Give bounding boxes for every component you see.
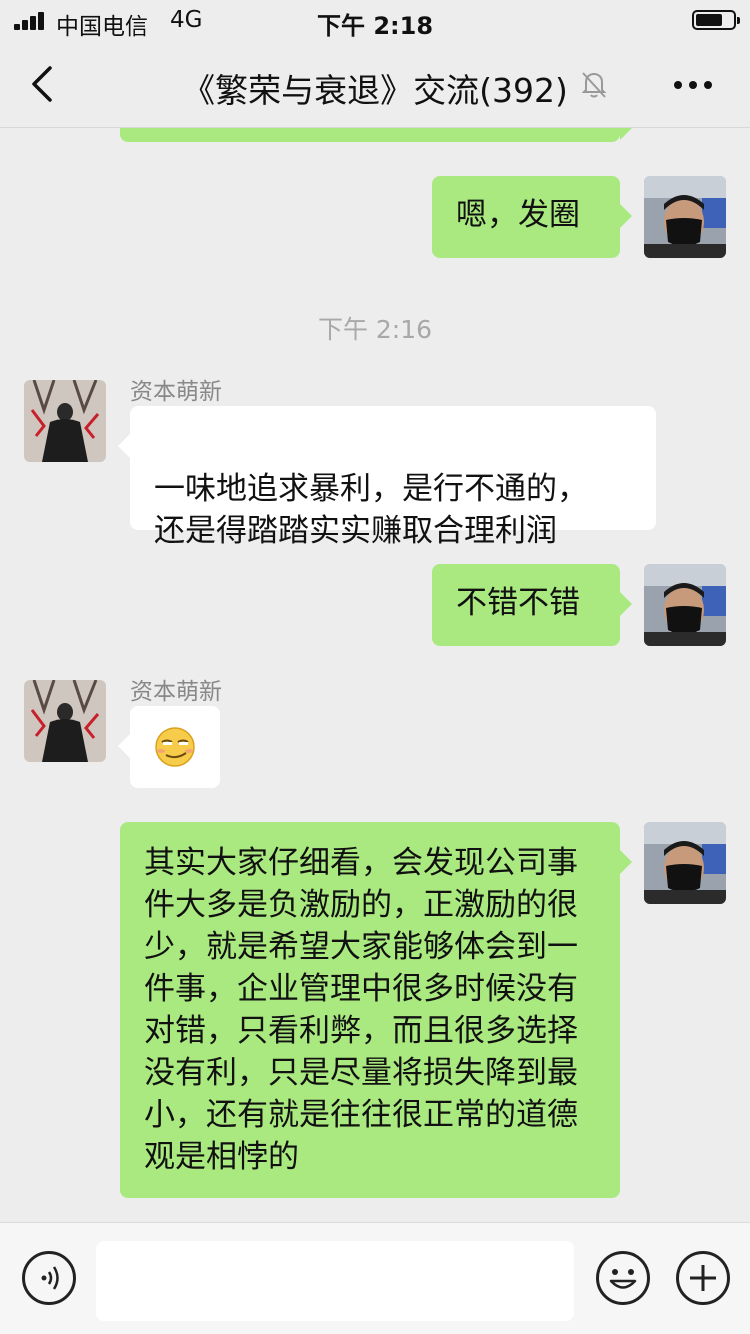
- message-input[interactable]: [96, 1241, 574, 1321]
- sender-name: 资本萌新: [130, 379, 222, 405]
- bell-muted-icon: [578, 68, 610, 100]
- sender-name: 资本萌新: [130, 679, 222, 705]
- more-button[interactable]: [668, 64, 718, 104]
- voice-button[interactable]: [22, 1251, 76, 1305]
- message-bubble[interactable]: 一味地追求暴利，是行不通的， 还是得踏踏实实赚取合理利润: [118, 406, 656, 549]
- status-bar: 中国电信 4G 下午 2:18: [0, 0, 750, 40]
- clock: 下午 2:18: [316, 12, 434, 40]
- message-bubble[interactable]: 嗯，发圈: [432, 176, 632, 258]
- message-bubble-partial[interactable]: [120, 128, 632, 142]
- chat-area[interactable]: 嗯，发圈 下午 2:16 资本萌新 一味地追求暴利，是行不通的， 还是得踏踏实实…: [0, 128, 750, 1222]
- message-text: 一味地追求暴利，是行不通的， 还是得踏踏实实赚取合理利润: [154, 471, 588, 549]
- nav-bar: 《繁荣与衰退》交流(392): [0, 40, 750, 128]
- message-bubble[interactable]: [118, 706, 220, 788]
- self-avatar[interactable]: [644, 176, 726, 258]
- self-avatar[interactable]: [644, 822, 726, 904]
- battery-icon: [692, 10, 740, 30]
- chat-title: 《繁荣与衰退》交流(392): [182, 71, 568, 110]
- plus-icon: [690, 1265, 716, 1291]
- message-text: 其实大家仔细看，会发现公司事件大多是负激励的，正激励的很少，就是希望大家能够体会…: [144, 845, 578, 1175]
- timestamp: 下午 2:16: [317, 315, 433, 344]
- sender-avatar[interactable]: [24, 380, 106, 462]
- sender-avatar[interactable]: [24, 680, 106, 762]
- plus-button[interactable]: [676, 1251, 730, 1305]
- message-text: 不错不错: [456, 585, 580, 621]
- emoji-button[interactable]: [596, 1251, 650, 1305]
- message-bubble[interactable]: 其实大家仔细看，会发现公司事件大多是负激励的，正激励的很少，就是希望大家能够体会…: [120, 822, 632, 1198]
- message-text: 嗯，发圈: [456, 197, 580, 233]
- input-bar: [0, 1222, 750, 1334]
- voice-icon: [41, 1266, 59, 1290]
- smirk-emoji-icon: [155, 727, 195, 767]
- emoji-icon: [609, 1269, 637, 1289]
- message-bubble[interactable]: 不错不错: [432, 564, 632, 646]
- self-avatar[interactable]: [644, 564, 726, 646]
